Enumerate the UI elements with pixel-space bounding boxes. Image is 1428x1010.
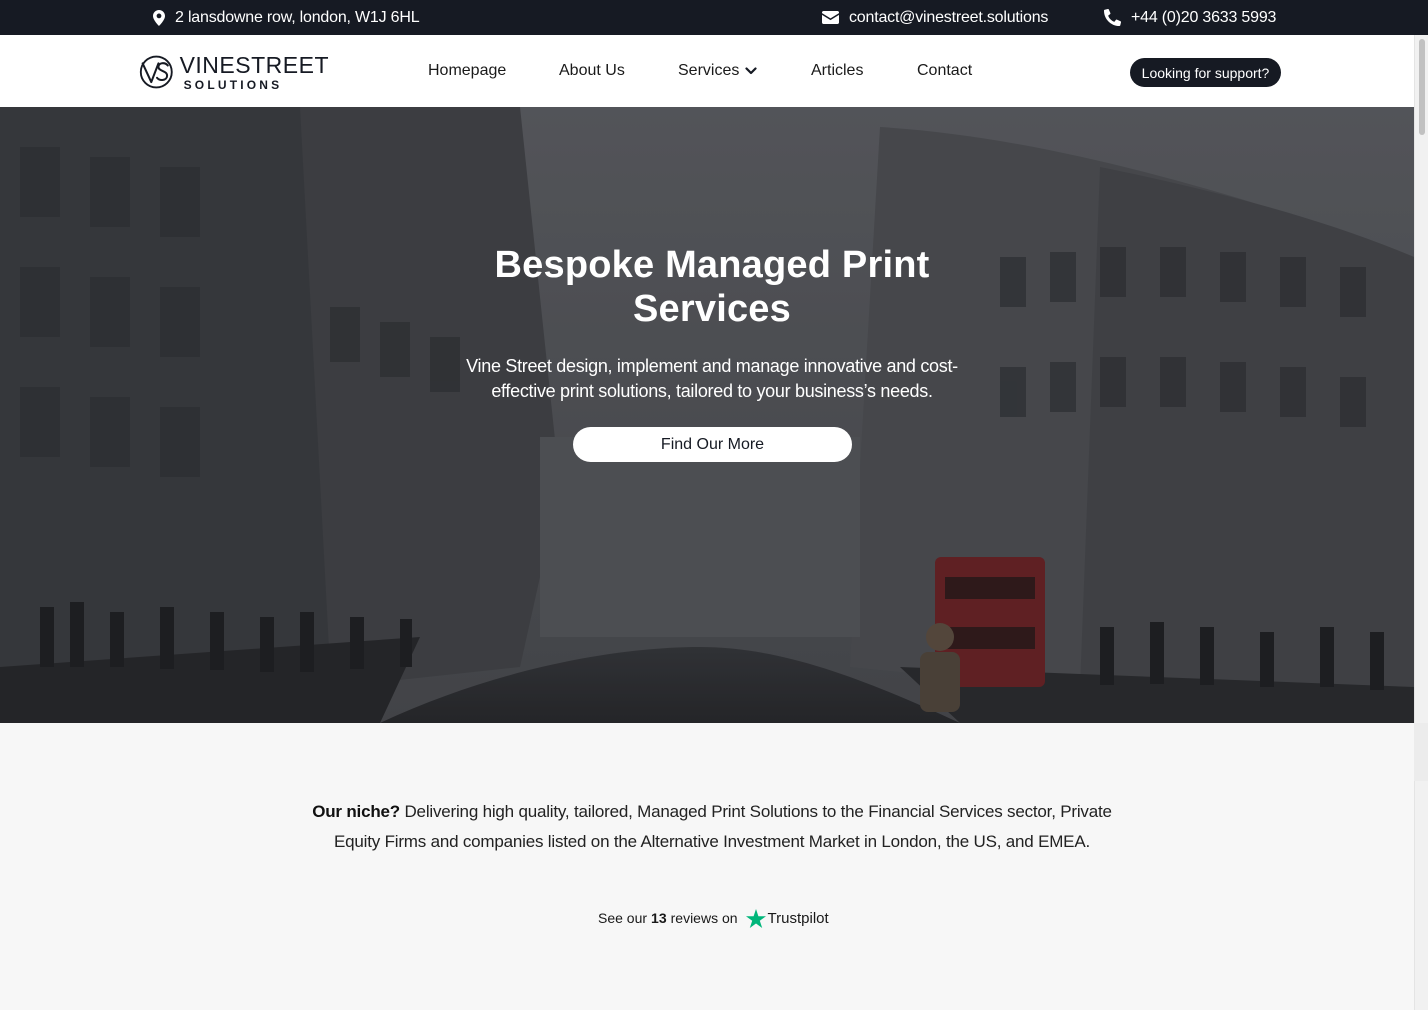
nav-articles[interactable]: Articles (811, 35, 863, 107)
nav-link-homepage[interactable]: Homepage (428, 62, 506, 80)
logo-line-1: VINESTREET (179, 51, 329, 78)
hero-title: Bespoke Managed Print Services (494, 244, 930, 330)
address-text: 2 lansdowne row, london, W1J 6HL (175, 8, 420, 26)
map-pin-icon (153, 9, 175, 26)
niche-text: Delivering high quality, tailored, Manag… (334, 802, 1112, 851)
chevron-down-icon (745, 67, 757, 75)
logo-line-2: SOLUTIONS (183, 77, 283, 92)
nav-homepage[interactable]: Homepage (428, 35, 506, 107)
envelope-icon (822, 11, 849, 24)
hero-background-image (0, 107, 1414, 723)
phone-icon (1104, 9, 1131, 26)
niche-lead: Our niche? (312, 802, 400, 821)
email-text: contact@vinestreet.solutions (849, 8, 1049, 26)
trustpilot-prefix: See our (598, 910, 648, 926)
trustpilot-star-icon (745, 908, 766, 928)
trustpilot-logo: Trustpilot (745, 908, 829, 928)
phone-link[interactable]: +44 (0)20 3633 5993 (1104, 0, 1276, 35)
email-link[interactable]: contact@vinestreet.solutions (822, 0, 1048, 35)
logo-wordmark: VINESTREET SOLUTIONS (179, 51, 329, 92)
nav-link-services[interactable]: Services (678, 62, 757, 80)
page-scrollbar[interactable] (1414, 35, 1428, 1010)
support-button[interactable]: Looking for support? (1130, 58, 1281, 87)
site-header: VINESTREET SOLUTIONS Homepage About Us S… (0, 35, 1428, 107)
phone-text: +44 (0)20 3633 5993 (1131, 8, 1277, 26)
hero-section: Bespoke Managed Print Services Vine Stre… (0, 107, 1414, 723)
trustpilot-review-count: 13 (651, 910, 667, 926)
trustpilot-widget[interactable]: See our 13 reviews on Trustpilot (598, 905, 829, 931)
find-out-more-button[interactable]: Find Our More (573, 427, 852, 462)
scrollbar-track-segment (1414, 723, 1428, 781)
niche-statement: Our niche? Delivering high quality, tail… (300, 797, 1124, 857)
address-item: 2 lansdowne row, london, W1J 6HL (153, 0, 420, 35)
site-logo[interactable]: VINESTREET SOLUTIONS (139, 48, 329, 96)
nav-link-about-us[interactable]: About Us (559, 62, 625, 80)
nav-link-articles[interactable]: Articles (811, 62, 863, 80)
nav-services[interactable]: Services (678, 35, 757, 107)
nav-services-label: Services (678, 62, 740, 79)
nav-link-contact[interactable]: Contact (917, 62, 972, 80)
trustpilot-brand: Trustpilot (767, 909, 829, 927)
hero-subtitle: Vine Street design, implement and manage… (466, 356, 958, 401)
top-contact-bar: 2 lansdowne row, london, W1J 6HL contact… (0, 0, 1428, 35)
vs-logo-mark-icon (139, 55, 173, 89)
scrollbar-thumb[interactable] (1419, 39, 1425, 135)
trustpilot-suffix: reviews on (670, 910, 738, 926)
nav-contact[interactable]: Contact (917, 35, 972, 107)
nav-about-us[interactable]: About Us (559, 35, 625, 107)
